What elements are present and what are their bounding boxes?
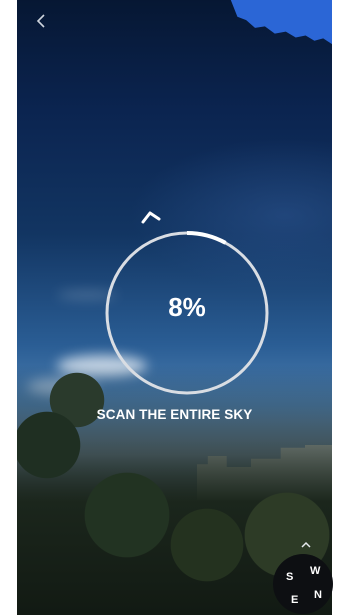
scan-instruction: SCAN THE ENTIRE SKY (96, 407, 253, 422)
chevron-left-icon (36, 14, 45, 28)
compass-west: W (310, 565, 321, 577)
progress-percent: 8% (168, 292, 206, 322)
compass-south: S (286, 571, 294, 583)
compass-button[interactable]: S W E N (273, 554, 333, 614)
compass-north: N (314, 589, 322, 601)
compass-east: E (291, 594, 299, 606)
back-button[interactable] (36, 14, 54, 32)
chevron-up-icon (141, 211, 161, 224)
chevron-up-icon[interactable] (300, 541, 312, 549)
